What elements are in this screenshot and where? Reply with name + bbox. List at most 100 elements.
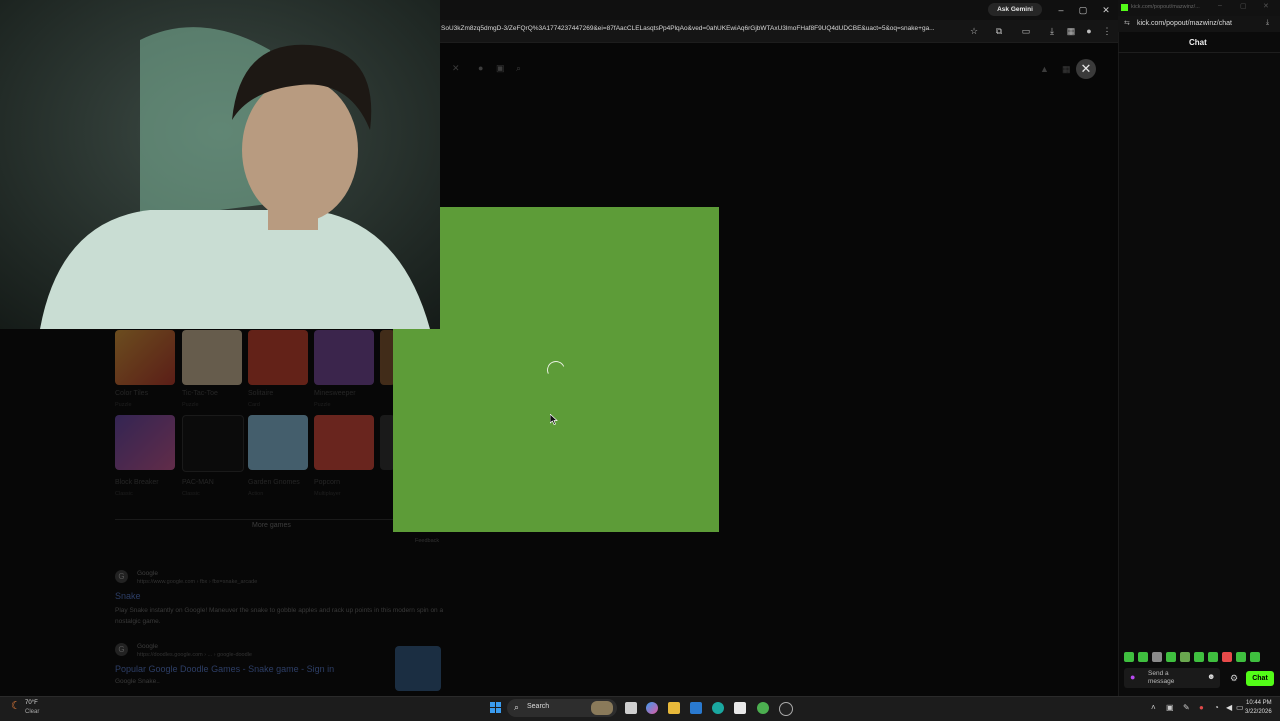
url-text[interactable]: SoU3kZm8zq5dmgD-3/ZeFQrQ%3A1774237447269… — [441, 25, 961, 39]
chat-window — [1118, 0, 1280, 696]
mic-icon[interactable]: ● — [478, 63, 483, 73]
emote-icon[interactable] — [1222, 652, 1232, 662]
task-view-icon[interactable] — [625, 702, 637, 714]
download-icon[interactable]: ⤓ — [1046, 25, 1058, 37]
chat-settings-icon[interactable]: ⚙ — [1230, 673, 1238, 684]
game-title: Color Tiles — [115, 390, 149, 397]
battery-icon[interactable]: ▭ — [1236, 703, 1244, 712]
search-icon[interactable]: ⌕ — [516, 63, 521, 74]
game-sub: Multiplayer — [314, 491, 341, 497]
emoji-icon[interactable]: ☻ — [1207, 672, 1215, 681]
game-sub: Classic — [182, 491, 200, 497]
chat-maximize-icon[interactable]: ▢ — [1240, 2, 1247, 10]
maximize-icon[interactable]: ▢ — [1076, 3, 1090, 17]
emote-icon[interactable] — [1138, 652, 1148, 662]
clear-icon[interactable]: ✕ — [452, 63, 460, 74]
mic-icon[interactable]: ● — [1130, 672, 1135, 682]
wifi-icon[interactable]: ◔ — [1214, 703, 1219, 712]
store-icon[interactable] — [734, 702, 746, 714]
game-title: Garden Gnomes — [248, 479, 300, 486]
weather-desc: Clear — [25, 709, 40, 715]
sidepanel-icon[interactable]: ▭ — [1020, 25, 1032, 37]
game-sub: Puzzle — [115, 402, 132, 408]
chat-titlebar: kick.com/popout/mazwinz/... – ▢ ✕ — [1118, 0, 1280, 16]
more-games-link[interactable]: More games — [252, 522, 291, 529]
copilot-icon[interactable] — [646, 702, 658, 714]
result-snippet: Play Snake instantly on Google! Maneuver… — [115, 607, 444, 625]
search-icon: ⌕ — [514, 702, 520, 712]
clock-time[interactable]: 10:44 PM — [1246, 700, 1272, 706]
file-explorer-icon[interactable] — [668, 702, 680, 714]
result-thumbnail — [395, 646, 441, 691]
chat-minimize-icon[interactable]: – — [1218, 2, 1222, 9]
game-sub: Action — [248, 491, 264, 497]
game-tile-pac-man[interactable] — [182, 415, 244, 472]
chat-header-divider — [1118, 52, 1280, 53]
game-tile-popcorn[interactable] — [314, 415, 374, 470]
emote-icon[interactable] — [1208, 652, 1218, 662]
volume-icon[interactable]: ◀ — [1226, 703, 1232, 712]
taskbar-search-label: Search — [527, 703, 550, 710]
result-title[interactable]: Snake — [115, 591, 141, 601]
chat-close-icon[interactable]: ✕ — [1263, 2, 1269, 10]
emote-icon[interactable] — [1166, 652, 1176, 662]
game-tile-solitaire[interactable] — [248, 330, 308, 385]
extensions-icon[interactable]: ⧉ — [993, 25, 1005, 37]
chat-send-button[interactable]: Chat — [1246, 671, 1274, 686]
tray-icon[interactable]: ✎ — [1183, 703, 1190, 712]
emote-icon[interactable] — [1152, 652, 1162, 662]
google-favicon: G — [115, 643, 128, 656]
games-grid: Color Tiles Puzzle Tic-Tac-Toe Puzzle So… — [115, 330, 395, 530]
emote-icon[interactable] — [1250, 652, 1260, 662]
chrome-icon[interactable] — [757, 702, 769, 714]
ask-gemini-button[interactable]: Ask Gemini — [988, 3, 1042, 16]
game-title: Popcorn — [314, 479, 341, 486]
result-title[interactable]: Popular Google Doodle Games - Snake game… — [115, 664, 334, 674]
search-toolbar-icons: ✕ ● ▣ ⌕ — [452, 63, 532, 75]
obs-icon[interactable] — [779, 702, 793, 716]
search-result: G Google https://doodles.google.com › ..… — [115, 643, 445, 693]
weather-icon[interactable]: ☾ — [11, 699, 21, 712]
game-title: Tic-Tac-Toe — [182, 390, 218, 397]
game-tile-minesweeper[interactable] — [314, 330, 374, 385]
chat-download-icon[interactable]: ⤓ — [1266, 19, 1269, 27]
tray-mic-icon[interactable]: ● — [1199, 703, 1204, 712]
emote-icon[interactable] — [1180, 652, 1190, 662]
app-icon[interactable] — [690, 702, 702, 714]
chat-address-bar[interactable]: ⇆ kick.com/popout/mazwinz/chat ⤓ — [1118, 16, 1280, 32]
game-tile-block-breaker[interactable] — [115, 415, 175, 470]
emote-icon[interactable] — [1194, 652, 1204, 662]
tab-search-icon[interactable]: ▦ — [1065, 25, 1077, 37]
camera-icon[interactable]: ▣ — [496, 63, 505, 74]
taskbar-search[interactable]: ⌕ Search — [507, 699, 617, 717]
bookmark-star-icon[interactable]: ☆ — [968, 25, 980, 37]
minimize-icon[interactable]: – — [1054, 3, 1068, 17]
game-sub: Classic — [115, 491, 133, 497]
menu-icon[interactable]: ⋮ — [1101, 25, 1113, 37]
mouse-cursor-icon — [549, 413, 558, 428]
tray-chevron-icon[interactable]: ˄ — [1151, 703, 1156, 712]
labs-icon[interactable]: ▲ — [1040, 64, 1049, 74]
clock-date[interactable]: 3/22/2026 — [1245, 709, 1272, 715]
profile-icon[interactable]: ● — [1083, 25, 1095, 37]
game-sub: Puzzle — [314, 402, 331, 408]
kick-favicon — [1121, 4, 1128, 11]
game-tile-garden-gnomes[interactable] — [248, 415, 308, 470]
emote-icon[interactable] — [1124, 652, 1134, 662]
weather-temp[interactable]: 70°F — [25, 700, 38, 706]
tray-icon[interactable]: ▣ — [1166, 703, 1174, 712]
game-tile-color-tiles[interactable] — [115, 330, 175, 385]
game-title: Minesweeper — [314, 390, 356, 397]
edge-icon[interactable] — [712, 702, 724, 714]
close-window-icon[interactable]: ✕ — [1099, 3, 1113, 17]
feedback-link[interactable]: Feedback — [415, 538, 439, 544]
site-info-icon[interactable]: ⇆ — [1124, 19, 1130, 27]
apps-icon[interactable]: ▦ — [1062, 64, 1071, 75]
close-game-button[interactable]: ✕ — [1076, 59, 1096, 79]
game-tile-tic-tac-toe[interactable] — [182, 330, 242, 385]
chat-url-text[interactable]: kick.com/popout/mazwinz/chat — [1137, 20, 1232, 27]
emote-icon[interactable] — [1236, 652, 1246, 662]
start-icon[interactable] — [490, 702, 501, 713]
search-result: G Google https://www.google.com › fbx › … — [115, 570, 445, 630]
send-message-input[interactable]: ● Send a message ☻ — [1124, 668, 1220, 688]
